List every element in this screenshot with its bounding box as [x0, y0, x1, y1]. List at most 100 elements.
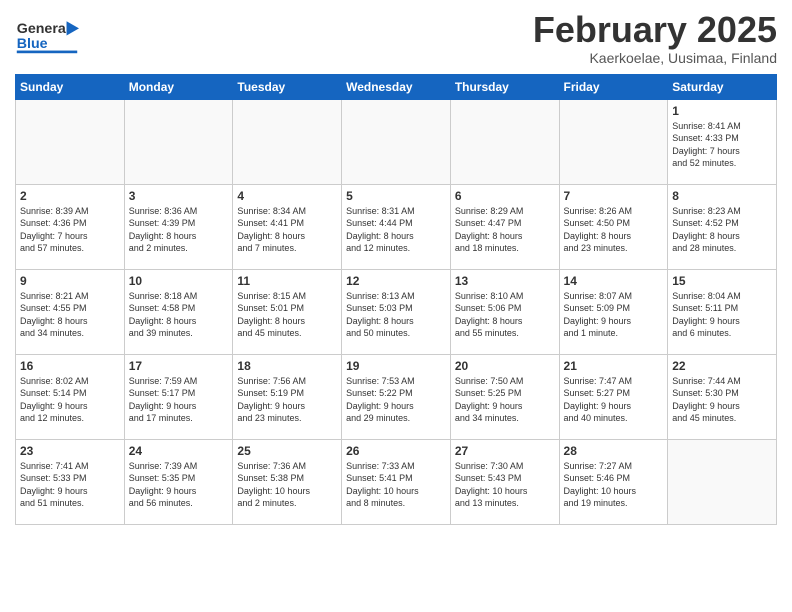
day-number: 22 [672, 359, 772, 373]
calendar-cell [450, 99, 559, 184]
day-number: 27 [455, 444, 555, 458]
day-number: 15 [672, 274, 772, 288]
day-number: 24 [129, 444, 229, 458]
day-number: 14 [564, 274, 664, 288]
calendar-week-1: 1Sunrise: 8:41 AM Sunset: 4:33 PM Daylig… [16, 99, 777, 184]
day-number: 3 [129, 189, 229, 203]
calendar-cell: 9Sunrise: 8:21 AM Sunset: 4:55 PM Daylig… [16, 269, 125, 354]
day-info: Sunrise: 7:39 AM Sunset: 5:35 PM Dayligh… [129, 460, 229, 510]
weekday-header-tuesday: Tuesday [233, 74, 342, 99]
calendar-cell: 10 Sunrise: 8:18 AM Sunset: 4:58 PM Dayli… [124, 269, 233, 354]
calendar-table: SundayMondayTuesdayWednesdayThursdayFrid… [15, 74, 777, 525]
calendar-cell: 4Sunrise: 8:34 AM Sunset: 4:41 PM Daylig… [233, 184, 342, 269]
day-number: 17 [129, 359, 229, 373]
day-info: Sunrise: 8:23 AM Sunset: 4:52 PM Dayligh… [672, 205, 772, 255]
calendar-cell: 20Sunrise: 7:50 AM Sunset: 5:25 PM Dayli… [450, 354, 559, 439]
calendar-cell: 17 Sunrise: 7:59 AM Sunset: 5:17 PM Dayli… [124, 354, 233, 439]
day-info: Sunrise: 8:02 AM Sunset: 5:14 PM Dayligh… [20, 375, 120, 425]
day-info: Sunrise: 7:47 AM Sunset: 5:27 PM Dayligh… [564, 375, 664, 425]
day-number: 23 [20, 444, 120, 458]
location-title: Kaerkoelae, Uusimaa, Finland [533, 50, 777, 66]
calendar-cell: 16 Sunrise: 8:02 AM Sunset: 5:14 PM Dayli… [16, 354, 125, 439]
page-header: General Blue February 2025 Kaerkoelae, U… [15, 10, 777, 66]
day-number: 1 [672, 104, 772, 118]
day-info: Sunrise: 8:29 AM Sunset: 4:47 PM Dayligh… [455, 205, 555, 255]
calendar-cell: 25 Sunrise: 7:36 AM Sunset: 5:38 PM Dayli… [233, 439, 342, 524]
day-number: 12 [346, 274, 446, 288]
day-info: Sunrise: 8:07 AM Sunset: 5:09 PM Dayligh… [564, 290, 664, 340]
weekday-header-friday: Friday [559, 74, 668, 99]
calendar-cell: 5 Sunrise: 8:31 AM Sunset: 4:44 PM Daylig… [342, 184, 451, 269]
day-number: 21 [564, 359, 664, 373]
calendar-cell [668, 439, 777, 524]
weekday-header-thursday: Thursday [450, 74, 559, 99]
calendar-cell: 14 Sunrise: 8:07 AM Sunset: 5:09 PM Dayli… [559, 269, 668, 354]
day-number: 6 [455, 189, 555, 203]
calendar-cell: 27 Sunrise: 7:30 AM Sunset: 5:43 PM Dayli… [450, 439, 559, 524]
day-number: 8 [672, 189, 772, 203]
day-info: Sunrise: 7:41 AM Sunset: 5:33 PM Dayligh… [20, 460, 120, 510]
calendar-cell: 11 Sunrise: 8:15 AM Sunset: 5:01 PM Dayli… [233, 269, 342, 354]
calendar-cell [559, 99, 668, 184]
weekday-header-sunday: Sunday [16, 74, 125, 99]
day-info: Sunrise: 7:36 AM Sunset: 5:38 PM Dayligh… [237, 460, 337, 510]
calendar-week-5: 23 Sunrise: 7:41 AM Sunset: 5:33 PM Dayli… [16, 439, 777, 524]
day-number: 10 [129, 274, 229, 288]
day-info: Sunrise: 8:31 AM Sunset: 4:44 PM Dayligh… [346, 205, 446, 255]
day-info: Sunrise: 8:15 AM Sunset: 5:01 PM Dayligh… [237, 290, 337, 340]
day-info: Sunrise: 7:59 AM Sunset: 5:17 PM Dayligh… [129, 375, 229, 425]
day-info: Sunrise: 8:39 AM Sunset: 4:36 PM Dayligh… [20, 205, 120, 255]
logo: General Blue [15, 10, 95, 60]
calendar-cell: 8 Sunrise: 8:23 AM Sunset: 4:52 PM Daylig… [668, 184, 777, 269]
weekday-header-wednesday: Wednesday [342, 74, 451, 99]
calendar-cell: 13Sunrise: 8:10 AM Sunset: 5:06 PM Dayli… [450, 269, 559, 354]
calendar-cell [342, 99, 451, 184]
day-info: Sunrise: 7:56 AM Sunset: 5:19 PM Dayligh… [237, 375, 337, 425]
calendar-cell: 12 Sunrise: 8:13 AM Sunset: 5:03 PM Dayli… [342, 269, 451, 354]
calendar-cell [233, 99, 342, 184]
calendar-week-2: 2 Sunrise: 8:39 AM Sunset: 4:36 PM Daylig… [16, 184, 777, 269]
day-number: 5 [346, 189, 446, 203]
day-number: 9 [20, 274, 120, 288]
calendar-cell: 21 Sunrise: 7:47 AM Sunset: 5:27 PM Dayli… [559, 354, 668, 439]
calendar-cell: 19 Sunrise: 7:53 AM Sunset: 5:22 PM Dayli… [342, 354, 451, 439]
day-info: Sunrise: 7:27 AM Sunset: 5:46 PM Dayligh… [564, 460, 664, 510]
calendar-cell: 6 Sunrise: 8:29 AM Sunset: 4:47 PM Daylig… [450, 184, 559, 269]
day-info: Sunrise: 7:50 AM Sunset: 5:25 PM Dayligh… [455, 375, 555, 425]
day-info: Sunrise: 7:33 AM Sunset: 5:41 PM Dayligh… [346, 460, 446, 510]
day-info: Sunrise: 8:18 AM Sunset: 4:58 PM Dayligh… [129, 290, 229, 340]
calendar-cell: 15Sunrise: 8:04 AM Sunset: 5:11 PM Dayli… [668, 269, 777, 354]
svg-text:Blue: Blue [17, 36, 48, 52]
calendar-cell: 18 Sunrise: 7:56 AM Sunset: 5:19 PM Dayli… [233, 354, 342, 439]
calendar-cell: 28 Sunrise: 7:27 AM Sunset: 5:46 PM Dayli… [559, 439, 668, 524]
title-area: February 2025 Kaerkoelae, Uusimaa, Finla… [533, 10, 777, 66]
calendar-header-row: SundayMondayTuesdayWednesdayThursdayFrid… [16, 74, 777, 99]
day-info: Sunrise: 7:44 AM Sunset: 5:30 PM Dayligh… [672, 375, 772, 425]
day-number: 19 [346, 359, 446, 373]
calendar-cell: 24 Sunrise: 7:39 AM Sunset: 5:35 PM Dayli… [124, 439, 233, 524]
day-number: 18 [237, 359, 337, 373]
svg-text:General: General [17, 21, 70, 37]
calendar-cell: 7Sunrise: 8:26 AM Sunset: 4:50 PM Daylig… [559, 184, 668, 269]
day-info: Sunrise: 7:30 AM Sunset: 5:43 PM Dayligh… [455, 460, 555, 510]
calendar-cell: 23 Sunrise: 7:41 AM Sunset: 5:33 PM Dayli… [16, 439, 125, 524]
day-info: Sunrise: 8:10 AM Sunset: 5:06 PM Dayligh… [455, 290, 555, 340]
calendar-cell: 2 Sunrise: 8:39 AM Sunset: 4:36 PM Daylig… [16, 184, 125, 269]
calendar-week-4: 16 Sunrise: 8:02 AM Sunset: 5:14 PM Dayli… [16, 354, 777, 439]
day-info: Sunrise: 8:34 AM Sunset: 4:41 PM Dayligh… [237, 205, 337, 255]
day-info: Sunrise: 8:26 AM Sunset: 4:50 PM Dayligh… [564, 205, 664, 255]
calendar-cell [16, 99, 125, 184]
day-number: 26 [346, 444, 446, 458]
calendar-cell: 3Sunrise: 8:36 AM Sunset: 4:39 PM Daylig… [124, 184, 233, 269]
day-number: 16 [20, 359, 120, 373]
day-info: Sunrise: 7:53 AM Sunset: 5:22 PM Dayligh… [346, 375, 446, 425]
day-number: 28 [564, 444, 664, 458]
logo-svg: General Blue [15, 10, 95, 60]
day-number: 11 [237, 274, 337, 288]
month-title: February 2025 [533, 10, 777, 50]
calendar-week-3: 9Sunrise: 8:21 AM Sunset: 4:55 PM Daylig… [16, 269, 777, 354]
day-number: 2 [20, 189, 120, 203]
calendar-cell: 1Sunrise: 8:41 AM Sunset: 4:33 PM Daylig… [668, 99, 777, 184]
day-number: 25 [237, 444, 337, 458]
day-info: Sunrise: 8:13 AM Sunset: 5:03 PM Dayligh… [346, 290, 446, 340]
